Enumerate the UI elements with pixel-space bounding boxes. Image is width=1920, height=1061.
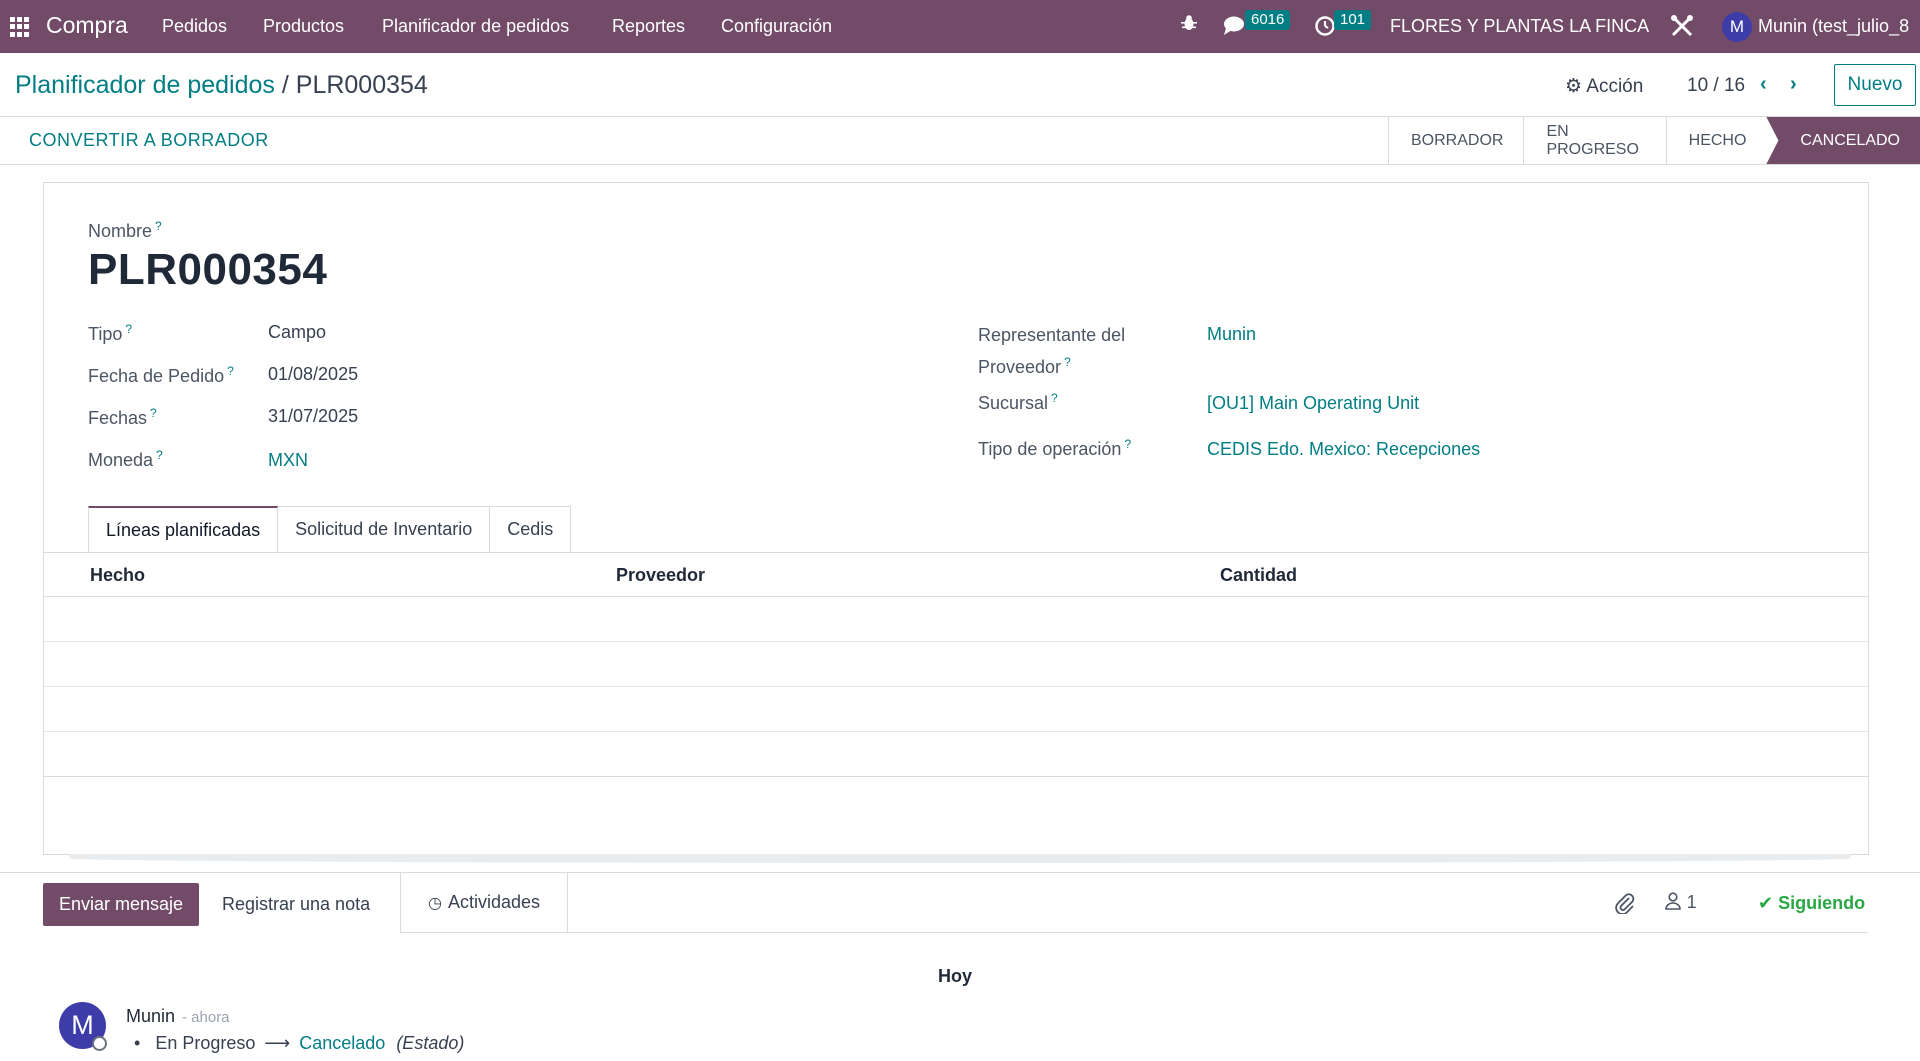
user-avatar[interactable]: M <box>1722 12 1752 42</box>
breadcrumb-separator: / <box>281 71 289 99</box>
pager-prev-icon[interactable]: ‹ <box>1760 73 1767 96</box>
messages-count-badge: 6016 <box>1245 10 1291 30</box>
presence-status-icon <box>92 1036 107 1051</box>
send-message-button[interactable]: Enviar mensaje <box>43 883 199 926</box>
pager-value[interactable]: 10 / 16 <box>1687 75 1745 97</box>
tipo-operacion-label: Tipo de operación? <box>978 437 1132 459</box>
table-row <box>44 686 1868 687</box>
column-proveedor[interactable]: Proveedor <box>616 565 705 586</box>
convert-to-draft-button[interactable]: CONVERTIR A BORRADOR <box>29 130 269 151</box>
menu-pedidos[interactable]: Pedidos <box>162 16 227 37</box>
representante-label: Representante del Proveedor? <box>978 325 1126 377</box>
sucursal-label: Sucursal? <box>978 391 1058 413</box>
help-icon[interactable]: ? <box>156 448 163 462</box>
tracking-old-value: En Progreso <box>155 1033 256 1053</box>
company-switcher[interactable]: FLORES Y PLANTAS LA FINCA <box>1390 16 1649 37</box>
help-icon[interactable]: ? <box>1124 437 1131 451</box>
menu-reportes[interactable]: Reportes <box>612 16 685 37</box>
action-label: Acción <box>1586 76 1644 97</box>
chatter-divider <box>0 872 1920 873</box>
sucursal-value[interactable]: [OU1] Main Operating Unit <box>1207 393 1419 414</box>
menu-planificador[interactable]: Planificador de pedidos <box>382 16 569 37</box>
action-button[interactable]: ⚙ Acción <box>1565 75 1643 98</box>
menu-configuracion[interactable]: Configuración <box>721 16 832 37</box>
tracking-new-value: Cancelado <box>299 1033 386 1053</box>
stage-en-progreso[interactable]: EN PROGRESO <box>1523 117 1665 164</box>
tab-cedis[interactable]: Cedis <box>489 506 572 552</box>
help-icon[interactable]: ? <box>125 322 132 336</box>
app-grid-icon[interactable] <box>10 17 30 37</box>
table-row <box>44 731 1868 732</box>
column-hecho[interactable]: Hecho <box>90 565 145 586</box>
pager-next-icon[interactable]: › <box>1790 73 1797 96</box>
record-name[interactable]: PLR000354 <box>88 245 327 295</box>
moneda-value[interactable]: MXN <box>268 450 308 471</box>
user-menu[interactable]: Munin (test_julio_8 <box>1758 16 1909 37</box>
tracking-field: (Estado) <box>396 1033 465 1053</box>
message-time: - ahora <box>182 1009 230 1026</box>
tracking-change: • En Progreso ⟶ Cancelado (Estado) <box>134 1033 464 1054</box>
breadcrumb-parent-link[interactable]: Planificador de pedidos <box>15 71 275 99</box>
new-button[interactable]: Nuevo <box>1834 64 1916 106</box>
breadcrumb: Planificador de pedidos / PLR000354 <box>15 71 428 100</box>
help-icon[interactable]: ? <box>227 364 234 378</box>
top-navbar: Compra Pedidos Productos Planificador de… <box>0 0 1920 53</box>
tab-solicitud-inventario[interactable]: Solicitud de Inventario <box>277 506 491 552</box>
fecha-pedido-label: Fecha de Pedido? <box>88 364 234 386</box>
status-stages: BORRADOR EN PROGRESO HECHO CANCELADO <box>1388 117 1920 164</box>
help-icon[interactable]: ? <box>1064 355 1071 369</box>
tipo-value[interactable]: Campo <box>268 322 326 343</box>
representante-value[interactable]: Munin <box>1207 324 1256 345</box>
tools-icon[interactable] <box>1670 14 1694 44</box>
chatter-divider <box>568 932 1868 933</box>
following-label: Siguiendo <box>1778 893 1866 913</box>
gear-icon: ⚙ <box>1565 76 1583 97</box>
column-cantidad[interactable]: Cantidad <box>1220 565 1297 586</box>
fechas-value[interactable]: 31/07/2025 <box>268 406 358 427</box>
tipo-operacion-value[interactable]: CEDIS Edo. Mexico: Recepciones <box>1207 439 1480 460</box>
app-name[interactable]: Compra <box>46 12 128 39</box>
name-label: Nombre? <box>88 219 162 241</box>
user-icon <box>1665 892 1687 915</box>
table-row <box>44 641 1868 642</box>
notebook-tabs: Líneas planificadas Solicitud de Inventa… <box>88 506 572 553</box>
activity-clock-icon[interactable] <box>1314 14 1336 42</box>
check-icon: ✔ <box>1758 893 1774 913</box>
arrow-right-icon: ⟶ <box>264 1033 291 1053</box>
clock-icon: ◷ <box>427 894 442 912</box>
stage-hecho[interactable]: HECHO <box>1665 117 1767 164</box>
activities-count-badge: 101 <box>1334 10 1372 30</box>
breadcrumb-current: PLR000354 <box>295 71 428 99</box>
help-icon[interactable]: ? <box>1051 391 1058 405</box>
moneda-label: Moneda? <box>88 448 163 470</box>
sheet-shadow <box>70 854 1850 863</box>
bullet-icon: • <box>134 1033 151 1053</box>
followers-button[interactable]: 1 <box>1665 892 1697 916</box>
followers-count: 1 <box>1686 892 1697 912</box>
stage-borrador[interactable]: BORRADOR <box>1388 117 1523 164</box>
activities-label: Actividades <box>447 892 541 912</box>
table-header: Hecho Proveedor Cantidad <box>44 552 1868 597</box>
fecha-pedido-value[interactable]: 01/08/2025 <box>268 364 358 385</box>
help-icon[interactable]: ? <box>155 219 162 233</box>
table-row <box>44 776 1868 777</box>
log-note-button[interactable]: Registrar una nota <box>222 894 370 915</box>
divider <box>0 164 1920 165</box>
stage-cancelado[interactable]: CANCELADO <box>1766 117 1920 164</box>
activities-button[interactable]: ◷ Actividades <box>400 873 568 933</box>
tab-lineas-planificadas[interactable]: Líneas planificadas <box>88 506 279 553</box>
paperclip-icon[interactable] <box>1615 892 1635 920</box>
menu-productos[interactable]: Productos <box>263 16 344 37</box>
day-separator: Hoy <box>938 966 973 986</box>
fechas-label: Fechas? <box>88 406 157 428</box>
chat-messages-icon[interactable] <box>1223 14 1247 42</box>
following-button[interactable]: ✔ Siguiendo <box>1758 893 1865 914</box>
message-author[interactable]: Munin <box>126 1006 175 1027</box>
debug-bug-icon[interactable] <box>1180 14 1198 37</box>
help-icon[interactable]: ? <box>150 406 157 420</box>
tipo-label: Tipo? <box>88 322 133 344</box>
